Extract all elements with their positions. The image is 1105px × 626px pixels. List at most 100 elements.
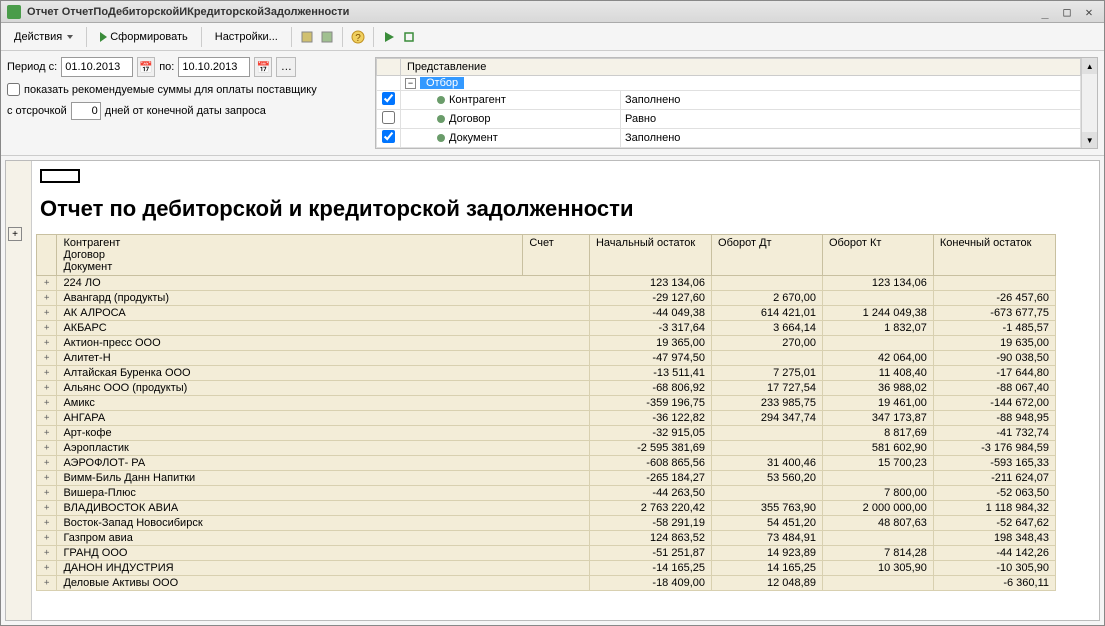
selection-row-name[interactable]: Договор — [449, 113, 491, 125]
close-button[interactable]: ✕ — [1080, 4, 1098, 20]
tree-collapse-icon[interactable]: − — [405, 78, 416, 89]
cell-start: -32 915,05 — [589, 426, 711, 441]
date-to-picker[interactable]: 📅 — [254, 57, 272, 77]
cell-name: Вишера-Плюс — [57, 486, 590, 501]
selection-root[interactable]: Отбор — [420, 77, 464, 89]
titlebar: Отчет ОтчетПоДебиторскойИКредиторскойЗад… — [1, 1, 1104, 23]
table-row[interactable]: +Альянс ООО (продукты)-68 806,9217 727,5… — [37, 381, 1056, 396]
expand-row-button[interactable]: + — [37, 291, 57, 306]
date-from-picker[interactable]: 📅 — [137, 57, 155, 77]
run-icon[interactable] — [380, 28, 398, 46]
cell-start: -29 127,60 — [589, 291, 711, 306]
filter-icon[interactable] — [298, 28, 316, 46]
cell-start: 19 365,00 — [589, 336, 711, 351]
table-row[interactable]: +ВЛАДИВОСТОК АВИА2 763 220,42355 763,902… — [37, 501, 1056, 516]
help-icon[interactable]: ? — [349, 28, 367, 46]
cell-dt: 17 727,54 — [712, 381, 823, 396]
table-row[interactable]: +Алитет-Н-47 974,5042 064,00-90 038,50 — [37, 351, 1056, 366]
table-row[interactable]: +АК АЛРОСА-44 049,38614 421,011 244 049,… — [37, 306, 1056, 321]
expand-row-button[interactable]: + — [37, 321, 57, 336]
expand-row-button[interactable]: + — [37, 471, 57, 486]
date-from-input[interactable] — [61, 57, 133, 77]
table-row[interactable]: +Актион-пресс ООО19 365,00270,0019 635,0… — [37, 336, 1056, 351]
expand-row-button[interactable]: + — [37, 501, 57, 516]
table-row[interactable]: +АКБАРС-3 317,643 664,141 832,07-1 485,5… — [37, 321, 1056, 336]
table-row[interactable]: +Вимм-Биль Данн Напитки-265 184,2753 560… — [37, 471, 1056, 486]
expand-all-button[interactable]: + — [8, 227, 22, 241]
expand-row-button[interactable]: + — [37, 561, 57, 576]
table-row[interactable]: +АЭРОФЛОТ- РА-608 865,5631 400,4615 700,… — [37, 456, 1056, 471]
days-input[interactable] — [71, 102, 101, 120]
selection-row-checkbox[interactable] — [382, 130, 395, 143]
col-start: Начальный остаток — [589, 235, 711, 276]
table-row[interactable]: +Авангард (продукты)-29 127,602 670,00-2… — [37, 291, 1056, 306]
cell-dt: 270,00 — [712, 336, 823, 351]
show-recommended-checkbox[interactable] — [7, 83, 20, 96]
actions-menu[interactable]: Действия — [7, 28, 80, 46]
scroll-down-icon[interactable]: ▼ — [1082, 132, 1097, 148]
expand-row-button[interactable]: + — [37, 276, 57, 291]
table-row[interactable]: +Амикс-359 196,75233 985,7519 461,00-144… — [37, 396, 1056, 411]
cell-end: -52 063,50 — [933, 486, 1055, 501]
expand-row-button[interactable]: + — [37, 531, 57, 546]
selection-row-checkbox[interactable] — [382, 92, 395, 105]
table-row[interactable]: +ГРАНД ООО-51 251,8714 923,897 814,28-44… — [37, 546, 1056, 561]
cell-name: Деловые Активы ООО — [57, 576, 590, 591]
table-row[interactable]: +Аэропластик-2 595 381,69581 602,90-3 17… — [37, 441, 1056, 456]
table-row[interactable]: +АНГАРА-36 122,82294 347,74347 173,87-88… — [37, 411, 1056, 426]
cell-kt: 7 814,28 — [822, 546, 933, 561]
expand-row-button[interactable]: + — [37, 351, 57, 366]
expand-row-button[interactable]: + — [37, 306, 57, 321]
table-row[interactable]: +Восток-Запад Новосибирск-58 291,1954 45… — [37, 516, 1056, 531]
table-row[interactable]: +224 ЛО123 134,06123 134,06 — [37, 276, 1056, 291]
table-row[interactable]: +Деловые Активы ООО-18 409,0012 048,89-6… — [37, 576, 1056, 591]
expand-row-button[interactable]: + — [37, 516, 57, 531]
expand-row-button[interactable]: + — [37, 576, 57, 591]
config-icon[interactable] — [318, 28, 336, 46]
cell-name: АК АЛРОСА — [57, 306, 590, 321]
table-row[interactable]: +Вишера-Плюс-44 263,507 800,00-52 063,50 — [37, 486, 1056, 501]
cell-end: 1 118 984,32 — [933, 501, 1055, 516]
date-to-input[interactable] — [178, 57, 250, 77]
expand-row-button[interactable]: + — [37, 546, 57, 561]
cell-name: 224 ЛО — [57, 276, 590, 291]
scroll-up-icon[interactable]: ▲ — [1082, 58, 1097, 74]
maximize-button[interactable]: □ — [1058, 4, 1076, 20]
table-row[interactable]: +ДАНОН ИНДУСТРИЯ-14 165,2514 165,2510 30… — [37, 561, 1056, 576]
table-row[interactable]: +Алтайская Буренка ООО-13 511,417 275,01… — [37, 366, 1056, 381]
settings-button[interactable]: Настройки... — [208, 28, 285, 46]
cell-dt — [712, 276, 823, 291]
form-button[interactable]: Сформировать — [93, 28, 195, 46]
table-row[interactable]: +Газпром авиа124 863,5273 484,91198 348,… — [37, 531, 1056, 546]
period-to-label: по: — [159, 61, 174, 73]
cell-end — [933, 276, 1055, 291]
expand-row-button[interactable]: + — [37, 381, 57, 396]
cell-kt — [822, 336, 933, 351]
show-recommended-label: показать рекомендуемые суммы для оплаты … — [24, 84, 317, 96]
selection-row-name[interactable]: Контрагент — [449, 94, 506, 106]
selection-scrollbar[interactable]: ▲ ▼ — [1081, 58, 1097, 148]
report-area[interactable]: + Отчет по дебиторской и кредиторской за… — [5, 160, 1100, 621]
selection-row-checkbox[interactable] — [382, 111, 395, 124]
cell-kt — [822, 471, 933, 486]
cell-name: Восток-Запад Новосибирск — [57, 516, 590, 531]
cell-dt: 14 923,89 — [712, 546, 823, 561]
expand-row-button[interactable]: + — [37, 336, 57, 351]
export-icon[interactable] — [400, 28, 418, 46]
expand-row-button[interactable]: + — [37, 486, 57, 501]
period-ellipsis[interactable]: … — [276, 57, 296, 77]
play-icon — [100, 32, 107, 42]
cell-end: -211 624,07 — [933, 471, 1055, 486]
table-row[interactable]: +Арт-кофе-32 915,058 817,69-41 732,74 — [37, 426, 1056, 441]
expand-row-button[interactable]: + — [37, 456, 57, 471]
expand-row-button[interactable]: + — [37, 366, 57, 381]
expand-row-button[interactable]: + — [37, 396, 57, 411]
expand-row-button[interactable]: + — [37, 441, 57, 456]
cell-kt — [822, 531, 933, 546]
bullet-icon — [437, 115, 445, 123]
report-icon — [7, 5, 21, 19]
expand-row-button[interactable]: + — [37, 411, 57, 426]
expand-row-button[interactable]: + — [37, 426, 57, 441]
selection-row-name[interactable]: Документ — [449, 132, 498, 144]
minimize-button[interactable]: _ — [1036, 4, 1054, 20]
